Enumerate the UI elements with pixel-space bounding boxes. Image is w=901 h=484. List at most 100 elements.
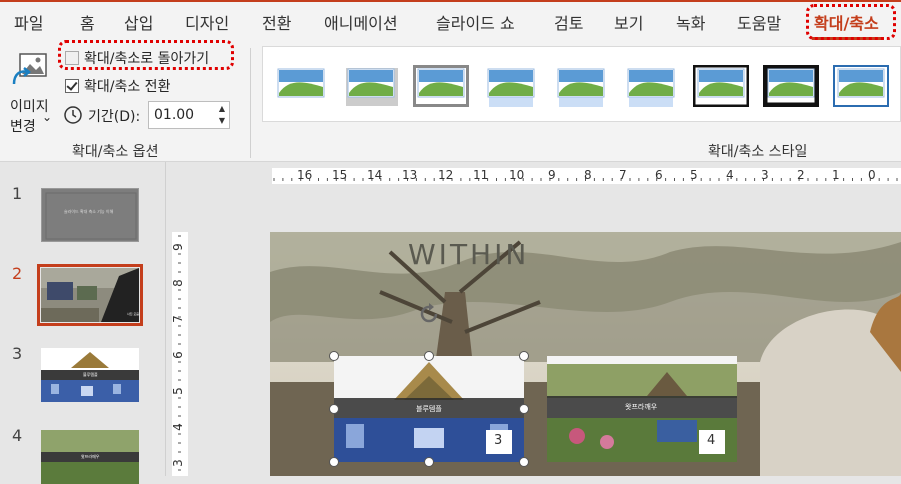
slide-number-1: 1	[12, 184, 23, 203]
slide-number-badge: 4	[699, 430, 725, 454]
horizontal-ruler: 16 15 14 13 12 11 10 9 8 7 6 5 4 3 2 1 0	[272, 168, 901, 184]
tab-home[interactable]: 홈	[80, 10, 95, 34]
tab-insert[interactable]: 삽입	[124, 10, 153, 34]
slide-number-4: 4	[12, 426, 23, 445]
zoom-style-7[interactable]	[692, 64, 750, 108]
tab-file[interactable]: 파일	[14, 10, 43, 34]
slide-thumbnail-2-caption: 사진 모음	[127, 312, 139, 316]
slide-title[interactable]: WITHIN	[408, 238, 529, 271]
section-zoom-blue-temple[interactable]: 블루템플 3	[334, 356, 524, 462]
tab-help[interactable]: 도움말	[737, 10, 781, 34]
hruler-label: 7	[619, 168, 627, 182]
vertical-ruler: 9 8 7 6 5 4 3	[170, 232, 188, 476]
slide-number-2: 2	[12, 264, 23, 283]
wat-phra-kaew-label: 왓프라깨우	[625, 403, 658, 411]
tab-slideshow[interactable]: 슬라이드 쇼	[436, 10, 515, 34]
change-image-label-2: 변경	[10, 119, 36, 135]
tab-transitions[interactable]: 전환	[262, 10, 291, 34]
vruler-label: 6	[170, 351, 185, 359]
section-zoom-wat-phra-kaew[interactable]: 왓프라깨우 4	[547, 356, 737, 462]
vruler-label: 3	[170, 459, 185, 467]
zoom-style-picture-icon	[692, 64, 750, 108]
slide-thumbnail-2[interactable]: 사진 모음	[37, 264, 143, 326]
hruler-label: 16	[297, 168, 313, 182]
resize-handle-top-left[interactable]	[329, 351, 339, 361]
slide-thumbnail-2-art	[41, 268, 139, 322]
hruler-label: 0	[868, 168, 876, 182]
zoom-style-1[interactable]	[273, 65, 329, 107]
hruler-label: 13	[402, 168, 418, 182]
chevron-down-icon: ⌄	[42, 110, 53, 124]
hruler-label: 6	[655, 168, 663, 182]
resize-handle-right[interactable]	[519, 404, 529, 414]
zoom-style-gallery	[262, 46, 901, 122]
resize-handle-top[interactable]	[424, 351, 434, 361]
slide-number-badge: 3	[486, 430, 512, 454]
blue-temple-label: 블루템플	[416, 405, 442, 413]
hruler-label: 9	[548, 168, 556, 182]
zoom-style-picture-icon	[627, 68, 675, 107]
resize-handle-bottom-left[interactable]	[329, 457, 339, 467]
change-image-icon	[12, 53, 47, 85]
spin-up-icon[interactable]: ▲	[219, 104, 225, 113]
tab-review[interactable]: 검토	[554, 10, 583, 34]
resize-handle-bottom-right[interactable]	[519, 457, 529, 467]
slide-thumbnail-1-caption: 슬라이드 확대 축소 기능 이해	[64, 209, 114, 214]
slide-thumbnail-1[interactable]: 슬라이드 확대 축소 기능 이해	[41, 188, 139, 242]
blue-temple-badge: 3	[494, 433, 503, 448]
checkmark-icon	[66, 79, 78, 91]
resize-handle-top-right[interactable]	[519, 351, 529, 361]
duration-value[interactable]: 01.00	[154, 107, 194, 123]
slide-thumbnail-1-art	[42, 189, 138, 241]
rotate-handle-icon[interactable]	[417, 302, 441, 326]
group-separator	[250, 48, 251, 158]
slide-thumbnail-3-caption: 블루템플	[83, 372, 98, 377]
vruler-label: 8	[170, 279, 185, 287]
duration-spinner[interactable]: 01.00 ▲ ▼	[148, 101, 230, 129]
zoom-style-6[interactable]	[623, 65, 679, 107]
zoom-style-picture-icon	[346, 68, 398, 106]
tab-record[interactable]: 녹화	[676, 10, 705, 34]
slide-thumbnail-3[interactable]: 블루템플	[41, 348, 139, 402]
hruler-label: 5	[690, 168, 698, 182]
ribbon-body: 이미지 변경 ⌄ 확대/축소로 돌아가기 확대/축소 전환 기간(D): 01.…	[0, 40, 901, 162]
resize-handle-bottom[interactable]	[424, 457, 434, 467]
zoom-style-picture-icon	[762, 64, 820, 108]
zoom-style-3[interactable]	[412, 64, 470, 108]
spin-down-icon[interactable]: ▼	[219, 116, 225, 125]
hruler-label: 15	[332, 168, 348, 182]
zoom-style-2[interactable]	[343, 65, 399, 107]
vruler-label: 4	[170, 423, 185, 431]
group-label-zoom-options: 확대/축소 옵션	[72, 144, 159, 160]
zoom-style-5[interactable]	[553, 65, 609, 107]
zoom-transition-label: 확대/축소 전환	[84, 79, 171, 95]
zoom-style-8[interactable]	[762, 64, 820, 108]
return-to-zoom-highlight	[58, 40, 234, 70]
tab-view[interactable]: 보기	[614, 10, 643, 34]
slide-canvas[interactable]: WITHIN 블루템플 3 왓프라깨우 4	[270, 232, 901, 476]
tab-zoom-highlight	[806, 4, 896, 40]
clock-icon	[64, 106, 82, 124]
tab-design[interactable]: 디자인	[185, 10, 229, 34]
hruler-label: 11	[473, 168, 489, 182]
hruler-label: 10	[509, 168, 525, 182]
hruler-label: 14	[367, 168, 383, 182]
zoom-style-picture-icon	[487, 68, 535, 107]
hruler-label: 1	[832, 168, 840, 182]
hruler-label: 3	[761, 168, 769, 182]
change-image-button[interactable]: 이미지 변경 ⌄	[4, 46, 56, 138]
duration-label: 기간(D):	[88, 109, 141, 125]
zoom-style-picture-icon	[412, 64, 470, 108]
resize-handle-left[interactable]	[329, 404, 339, 414]
vruler-label: 9	[170, 243, 185, 251]
zoom-style-9[interactable]	[833, 65, 889, 107]
zoom-transition-checkbox[interactable]	[65, 79, 79, 93]
zoom-style-4[interactable]	[483, 65, 539, 107]
hruler-label: 2	[797, 168, 805, 182]
wat-phra-kaew-badge: 4	[707, 433, 716, 448]
tab-animations[interactable]: 애니메이션	[324, 10, 398, 34]
zoom-style-picture-icon	[277, 68, 325, 98]
zoom-style-picture-icon	[557, 68, 605, 107]
ribbon-tab-bar: 파일 홈 삽입 디자인 전환 애니메이션 슬라이드 쇼 검토 보기 녹화 도움말…	[0, 0, 901, 40]
zoom-style-picture-icon	[833, 65, 889, 107]
